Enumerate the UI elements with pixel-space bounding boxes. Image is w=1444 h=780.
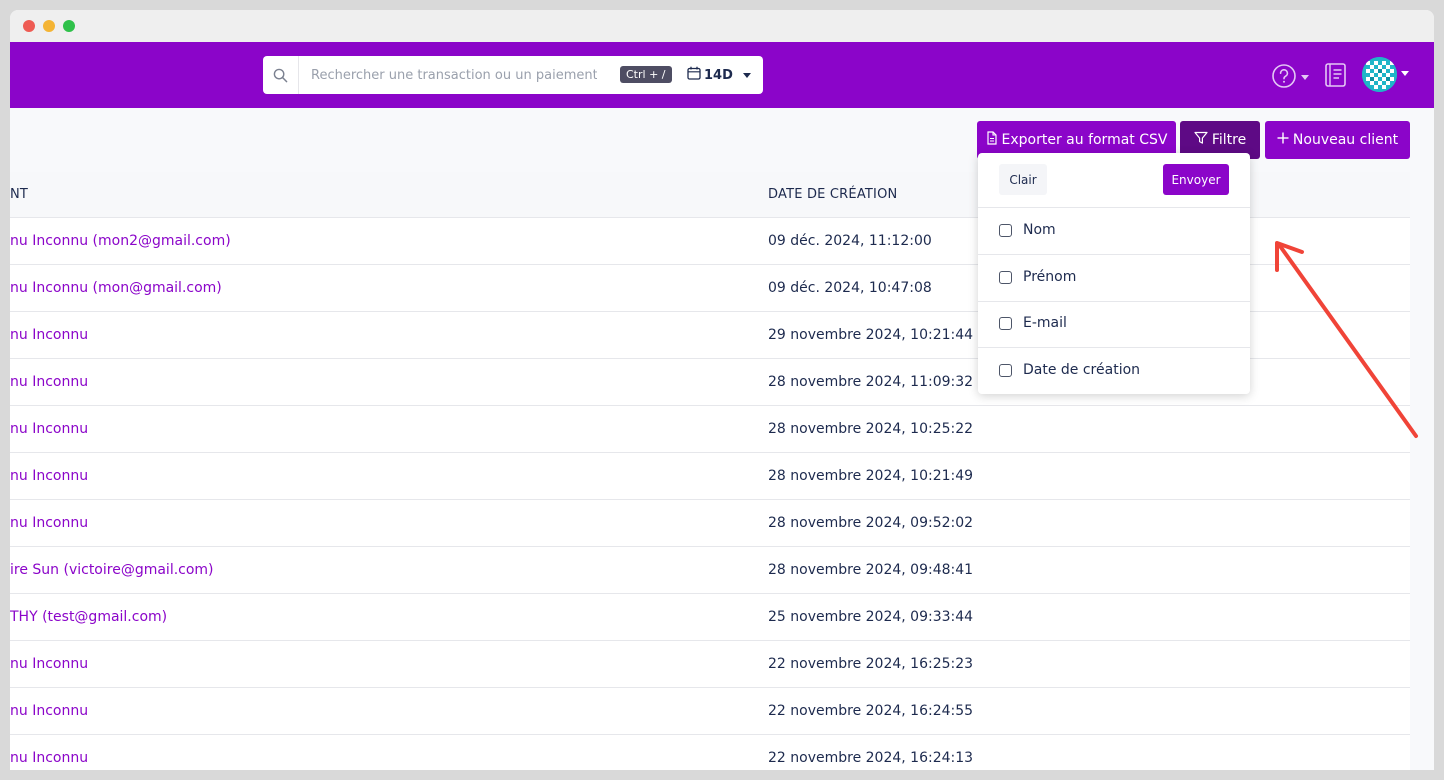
filter-dropdown-header: Clair Envoyer <box>978 153 1250 208</box>
filter-label: Filtre <box>1211 132 1247 148</box>
created-date: 09 déc. 2024, 10:47:08 <box>768 280 932 296</box>
filter-option-label: Prénom <box>1023 269 1077 285</box>
search-bar: Ctrl + / 14D <box>263 56 763 94</box>
filter-option-label: E-mail <box>1023 315 1067 331</box>
filter-checkbox[interactable] <box>999 271 1012 284</box>
created-date: 28 novembre 2024, 10:21:49 <box>768 468 974 484</box>
help-icon <box>1272 64 1296 88</box>
table-row[interactable]: nu Inconnu 22 novembre 2024, 16:25:23 <box>10 641 1410 688</box>
filter-option-email[interactable]: E-mail <box>978 301 1250 348</box>
table-row[interactable]: nu Inconnu 22 novembre 2024, 16:24:13 <box>10 735 1410 770</box>
search-shortcut-badge: Ctrl + / <box>620 66 672 83</box>
user-menu-button[interactable] <box>1362 57 1412 93</box>
filter-option-label: Date de création <box>1023 362 1141 378</box>
client-name-link[interactable]: nu Inconnu (mon@gmail.com) <box>10 280 222 296</box>
table-row[interactable]: nu Inconnu 28 novembre 2024, 10:25:22 <box>10 406 1410 453</box>
filter-icon <box>1194 131 1208 149</box>
new-client-button[interactable]: Nouveau client <box>1265 121 1410 159</box>
title-bar <box>10 10 1434 42</box>
documentation-button[interactable] <box>1324 62 1350 90</box>
maximize-window-button[interactable] <box>63 20 75 32</box>
created-date: 28 novembre 2024, 09:48:41 <box>768 562 974 578</box>
table-row[interactable]: nu Inconnu 28 novembre 2024, 10:21:49 <box>10 453 1410 500</box>
created-date: 28 novembre 2024, 09:52:02 <box>768 515 974 531</box>
client-name-link[interactable]: nu Inconnu <box>10 327 88 343</box>
period-label: 14D <box>704 67 733 83</box>
minimize-window-button[interactable] <box>43 20 55 32</box>
filter-option-date-creation[interactable]: Date de création <box>978 348 1250 394</box>
file-icon <box>986 131 998 149</box>
submit-filter-button[interactable]: Envoyer <box>1163 164 1229 195</box>
created-date: 28 novembre 2024, 10:25:22 <box>768 421 974 437</box>
created-date: 22 novembre 2024, 16:25:23 <box>768 656 974 672</box>
client-name-link[interactable]: nu Inconnu (mon2@gmail.com) <box>10 233 231 249</box>
filter-checkbox[interactable] <box>999 317 1012 330</box>
search-icon[interactable] <box>263 56 299 94</box>
client-name-link[interactable]: nu Inconnu <box>10 515 88 531</box>
created-date: 25 novembre 2024, 09:33:44 <box>768 609 974 625</box>
client-name-link[interactable]: nu Inconnu <box>10 468 88 484</box>
filter-option-nom[interactable]: Nom <box>978 208 1250 255</box>
created-date: 22 novembre 2024, 16:24:55 <box>768 703 974 719</box>
filter-option-prenom[interactable]: Prénom <box>978 255 1250 302</box>
client-name-link[interactable]: nu Inconnu <box>10 750 88 766</box>
chevron-down-icon <box>1401 71 1409 76</box>
client-name-link[interactable]: nu Inconnu <box>10 421 88 437</box>
filter-option-label: Nom <box>1023 222 1056 238</box>
search-input[interactable] <box>299 56 609 94</box>
created-date: 09 déc. 2024, 11:12:00 <box>768 233 932 249</box>
top-app-bar: Ctrl + / 14D <box>10 42 1434 108</box>
table-row[interactable]: THY (test@gmail.com) 25 novembre 2024, 0… <box>10 594 1410 641</box>
close-window-button[interactable] <box>23 20 35 32</box>
table-row[interactable]: nu Inconnu 22 novembre 2024, 16:24:55 <box>10 688 1410 735</box>
book-icon <box>1325 63 1346 87</box>
help-menu-button[interactable] <box>1272 63 1312 89</box>
filter-dropdown: Clair Envoyer Nom Prénom E-mail Date de … <box>978 153 1250 394</box>
table-row[interactable]: ire Sun (victoire@gmail.com) 28 novembre… <box>10 547 1410 594</box>
client-name-link[interactable]: nu Inconnu <box>10 656 88 672</box>
client-name-link[interactable]: THY (test@gmail.com) <box>10 609 167 625</box>
chevron-down-icon <box>1301 75 1309 80</box>
table-row[interactable]: nu Inconnu 28 novembre 2024, 09:52:02 <box>10 500 1410 547</box>
filter-checkbox[interactable] <box>999 224 1012 237</box>
client-name-link[interactable]: nu Inconnu <box>10 374 88 390</box>
column-header-client[interactable]: NT <box>10 187 28 202</box>
column-header-created-date[interactable]: DATE DE CRÉATION <box>768 187 897 202</box>
avatar <box>1362 57 1397 92</box>
calendar-icon <box>687 66 701 84</box>
created-date: 29 novembre 2024, 10:21:44 <box>768 327 974 343</box>
plus-icon <box>1277 132 1289 148</box>
client-name-link[interactable]: nu Inconnu <box>10 703 88 719</box>
filter-checkbox[interactable] <box>999 364 1012 377</box>
export-csv-label: Exporter au format CSV <box>1001 132 1168 148</box>
clear-filter-button[interactable]: Clair <box>999 164 1047 195</box>
period-selector[interactable]: 14D <box>679 56 763 94</box>
created-date: 22 novembre 2024, 16:24:13 <box>768 750 974 766</box>
client-name-link[interactable]: ire Sun (victoire@gmail.com) <box>10 562 214 578</box>
created-date: 28 novembre 2024, 11:09:32 <box>768 374 974 390</box>
chevron-down-icon <box>742 72 751 78</box>
new-client-label: Nouveau client <box>1292 132 1399 148</box>
